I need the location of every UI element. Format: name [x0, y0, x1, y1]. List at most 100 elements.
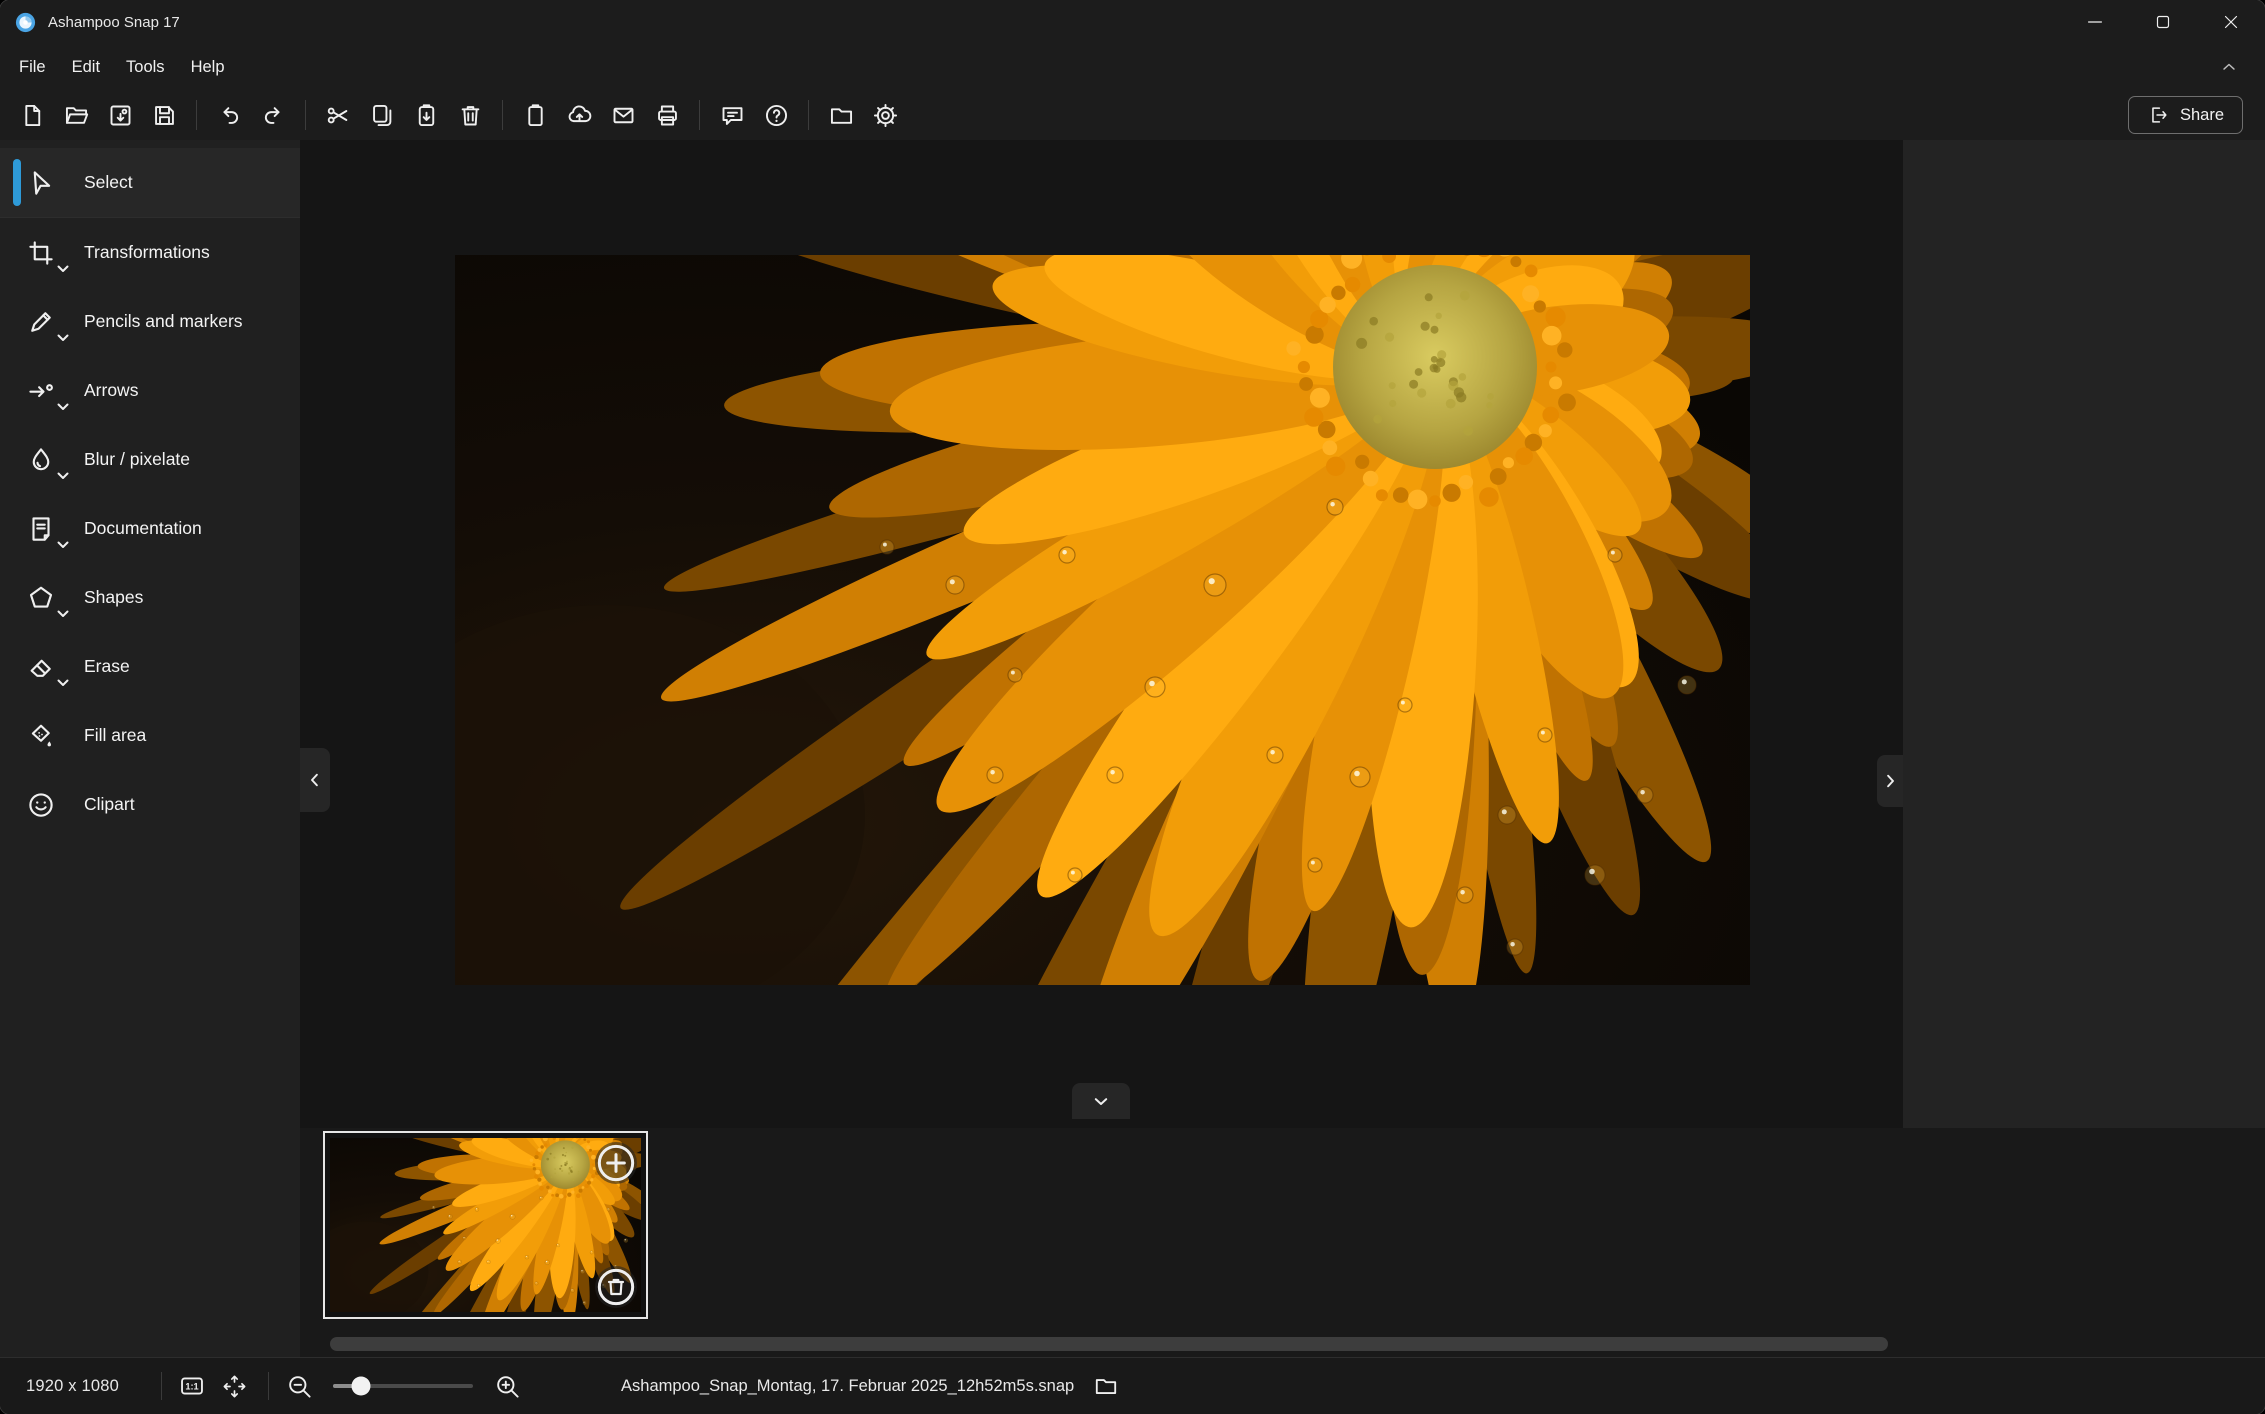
share-button[interactable]: Share — [2128, 96, 2243, 134]
zoom-actual-label: 1:1 — [185, 1382, 198, 1392]
cut-button[interactable] — [318, 95, 358, 135]
image-dimensions: 1920 x 1080 — [26, 1377, 119, 1396]
status-bar: 1920 x 1080 1:1 Ashampoo_Snap_Montag, 17… — [0, 1357, 2265, 1414]
window-title: Ashampoo Snap 17 — [48, 14, 180, 31]
previous-image-tab[interactable] — [300, 748, 330, 812]
folder-icon — [1093, 1373, 1119, 1399]
thumbnail-scrollbar[interactable] — [330, 1337, 1888, 1351]
menu-file[interactable]: File — [6, 52, 59, 83]
right-panel — [1903, 140, 2265, 1128]
sidebar-item-label: Documentation — [84, 517, 202, 540]
toolbar-separator — [808, 100, 809, 130]
app-logo-icon — [14, 11, 37, 34]
sidebar-item-label: Transformations — [84, 241, 210, 264]
email-button[interactable] — [603, 95, 643, 135]
editor-canvas[interactable] — [300, 140, 1903, 1128]
add-capture-button[interactable] — [595, 1142, 637, 1184]
minimize-button[interactable] — [2061, 0, 2129, 44]
sidebar-item-erase[interactable]: Erase — [0, 632, 300, 701]
maximize-button[interactable] — [2129, 0, 2197, 44]
sidebar-item-shapes[interactable]: Shapes — [0, 563, 300, 632]
thumbnail-panel — [300, 1128, 2265, 1357]
title-bar: Ashampoo Snap 17 — [0, 0, 2265, 44]
smiley-icon — [24, 788, 58, 822]
menu-tools[interactable]: Tools — [113, 52, 178, 83]
sidebar-item-select[interactable]: Select — [0, 148, 300, 217]
new-file-button[interactable] — [12, 95, 52, 135]
document-icon — [24, 512, 58, 546]
pencil-icon — [24, 305, 58, 339]
chevron-down-icon — [57, 679, 69, 687]
print-button[interactable] — [647, 95, 687, 135]
main-toolbar — [0, 90, 2265, 140]
export-image-button[interactable] — [100, 95, 140, 135]
sidebar-item-clipart[interactable]: Clipart — [0, 770, 300, 839]
menu-bar: File Edit Tools Help — [0, 44, 2265, 90]
chevron-down-icon — [57, 403, 69, 411]
chevron-down-icon — [57, 541, 69, 549]
eraser-icon — [24, 650, 58, 684]
sidebar-item-label: Erase — [84, 655, 130, 678]
zoom-slider[interactable] — [333, 1384, 473, 1388]
sidebar-item-label: Shapes — [84, 586, 143, 609]
delete-capture-button[interactable] — [595, 1266, 637, 1308]
zoom-actual-size-button[interactable]: 1:1 — [174, 1368, 210, 1404]
sidebar-item-label: Arrows — [84, 379, 138, 402]
chevron-down-icon — [1092, 1092, 1110, 1110]
statusbar-separator — [268, 1372, 269, 1400]
sidebar-item-label: Pencils and markers — [84, 310, 243, 333]
open-file-location-button[interactable] — [1088, 1368, 1124, 1404]
chevron-left-icon — [306, 771, 324, 789]
sidebar-item-label: Clipart — [84, 793, 135, 816]
current-filename: Ashampoo_Snap_Montag, 17. Februar 2025_1… — [621, 1377, 1074, 1396]
next-image-tab[interactable] — [1877, 755, 1903, 807]
settings-button[interactable] — [865, 95, 905, 135]
save-button[interactable] — [144, 95, 184, 135]
app-window: Ashampoo Snap 17 File Edit Tools Help — [0, 0, 2265, 1414]
toolbar-separator — [699, 100, 700, 130]
thumbnail-item[interactable] — [323, 1131, 648, 1319]
sidebar-item-pencils-and-markers[interactable]: Pencils and markers — [0, 287, 300, 356]
undo-button[interactable] — [209, 95, 249, 135]
toolbar-separator — [196, 100, 197, 130]
tool-list: Select Transformations Pencils and marke… — [0, 140, 300, 839]
collapse-ribbon-chevron-up-icon[interactable] — [2219, 57, 2239, 77]
close-button[interactable] — [2197, 0, 2265, 44]
redo-button[interactable] — [253, 95, 293, 135]
cursor-icon — [24, 166, 58, 200]
cloud-upload-button[interactable] — [559, 95, 599, 135]
chevron-right-icon — [1881, 772, 1899, 790]
fill-bucket-icon — [24, 719, 58, 753]
sidebar-item-transformations[interactable]: Transformations — [0, 218, 300, 287]
pentagon-icon — [24, 581, 58, 615]
clipboard-button[interactable] — [515, 95, 555, 135]
feedback-button[interactable] — [712, 95, 752, 135]
help-button[interactable] — [756, 95, 796, 135]
edited-image-flower[interactable] — [455, 255, 1750, 985]
menu-help[interactable]: Help — [178, 52, 238, 83]
statusbar-separator — [161, 1372, 162, 1400]
toolbar-separator — [502, 100, 503, 130]
sidebar-item-label: Fill area — [84, 724, 146, 747]
sidebar-item-documentation[interactable]: Documentation — [0, 494, 300, 563]
crop-icon — [24, 236, 58, 270]
arrow-icon — [24, 374, 58, 408]
sidebar-item-arrows[interactable]: Arrows — [0, 356, 300, 425]
zoom-in-button[interactable] — [489, 1368, 525, 1404]
zoom-out-button[interactable] — [281, 1368, 317, 1404]
delete-button[interactable] — [450, 95, 490, 135]
open-folder-button[interactable] — [821, 95, 861, 135]
collapse-thumbnails-tab[interactable] — [1072, 1083, 1130, 1119]
menu-edit[interactable]: Edit — [59, 52, 113, 83]
paste-button[interactable] — [406, 95, 446, 135]
sidebar-item-fill-area[interactable]: Fill area — [0, 701, 300, 770]
window-controls — [2061, 0, 2265, 44]
chevron-down-icon — [57, 610, 69, 618]
fit-to-window-button[interactable] — [216, 1368, 252, 1404]
open-file-button[interactable] — [56, 95, 96, 135]
magnifier-minus-icon — [286, 1373, 313, 1400]
sidebar-item-blur-pixelate[interactable]: Blur / pixelate — [0, 425, 300, 494]
magnifier-plus-icon — [494, 1373, 521, 1400]
zoom-slider-knob[interactable] — [352, 1377, 371, 1396]
copy-button[interactable] — [362, 95, 402, 135]
